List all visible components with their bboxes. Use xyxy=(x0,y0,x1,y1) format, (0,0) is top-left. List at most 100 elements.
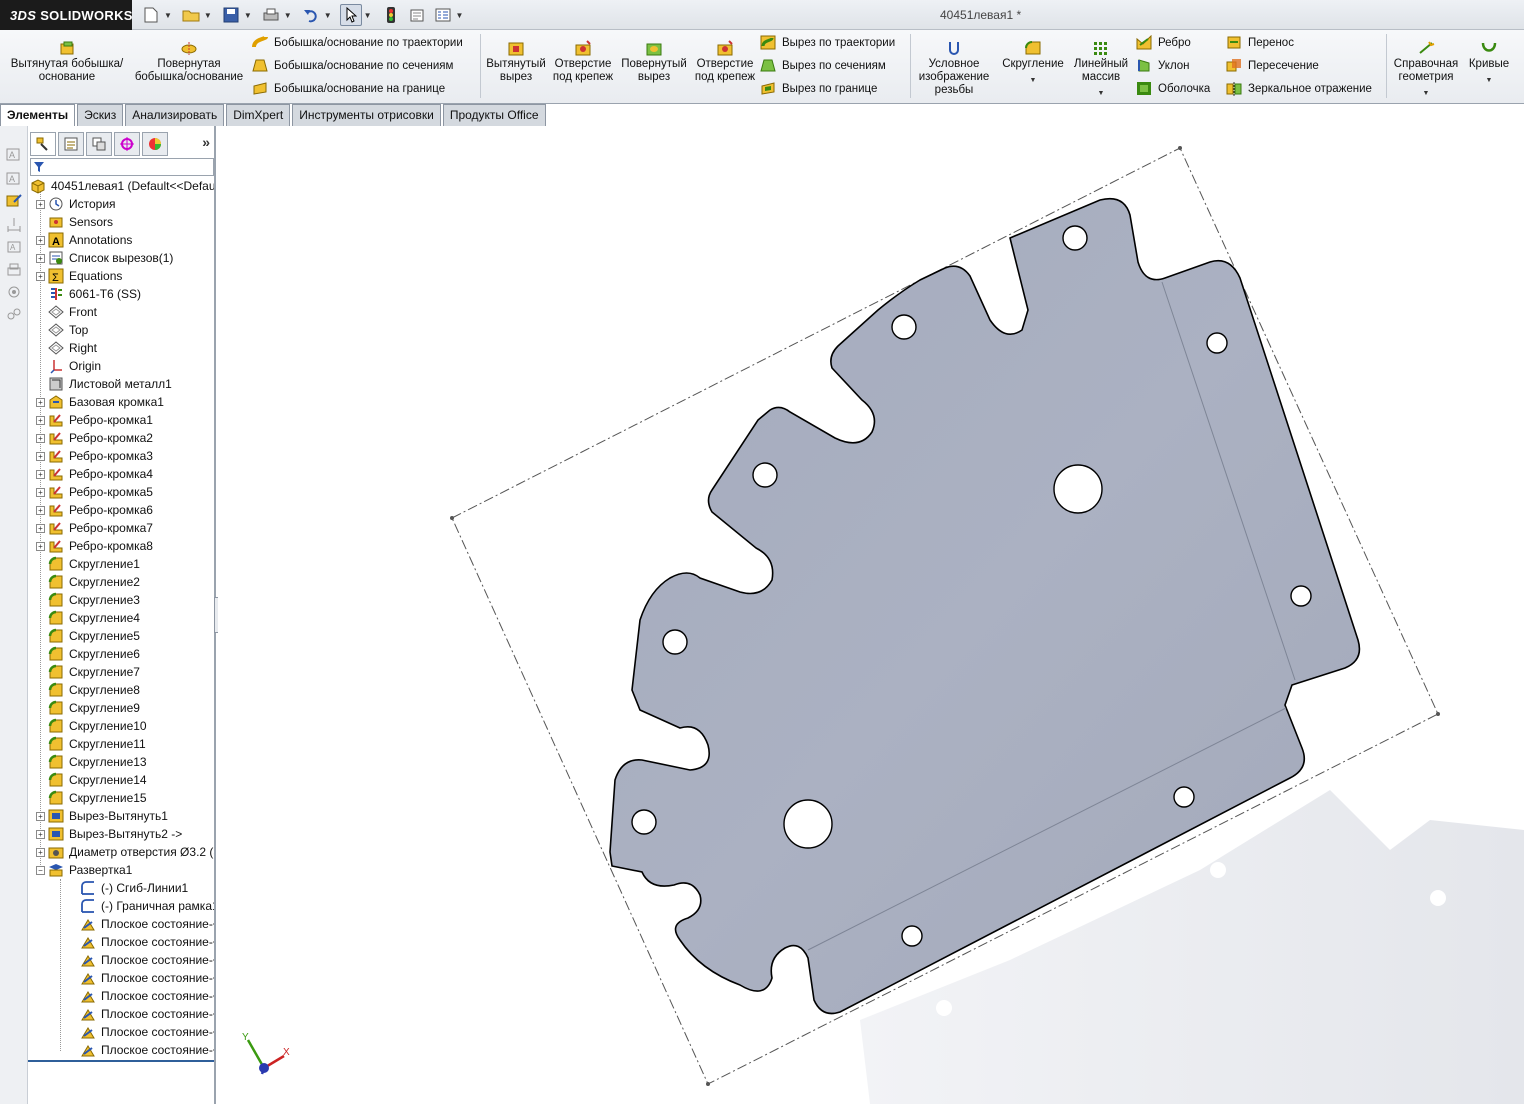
tab-dimxpert[interactable]: DimXpert xyxy=(226,104,291,126)
tree-item[interactable]: + Σ Equations xyxy=(36,267,122,285)
property-manager-tab[interactable] xyxy=(58,132,84,156)
chevron-down-icon[interactable]: ▼ xyxy=(364,11,372,20)
tree-item[interactable]: Плоское состояние-<Е xyxy=(68,915,214,933)
expand-panel-icon[interactable]: » xyxy=(202,134,210,150)
tree-item[interactable]: Скругление7 xyxy=(36,663,140,681)
link-icon[interactable] xyxy=(6,306,22,322)
chevron-down-icon[interactable]: ▼ xyxy=(244,11,252,20)
dimension-icon[interactable] xyxy=(6,216,22,232)
expand-toggle-icon[interactable]: + xyxy=(36,829,45,839)
cosmetic-thread-button[interactable]: Условное изображение резьбы xyxy=(912,40,996,97)
boundary-cut-button[interactable]: Вырез по границе xyxy=(760,81,877,96)
tree-item[interactable]: + Ребро-кромка2 xyxy=(36,429,153,447)
chevron-down-icon[interactable]: ▼ xyxy=(998,74,1068,87)
expand-toggle-icon[interactable]: + xyxy=(36,433,45,443)
tree-item[interactable]: Скругление3 xyxy=(36,591,140,609)
expand-toggle-icon[interactable]: + xyxy=(36,469,45,479)
expand-toggle-icon[interactable]: + xyxy=(36,235,45,245)
tree-item[interactable]: + Ребро-кромка1 xyxy=(36,411,153,429)
tree-item[interactable]: (-) Сгиб-Линии1 xyxy=(68,879,188,897)
tree-item[interactable]: + Ребро-кромка4 xyxy=(36,465,153,483)
mirror-button[interactable]: Зеркальное отражение xyxy=(1226,81,1372,96)
revolved-boss-button[interactable]: Повернутая бобышка/основание xyxy=(130,40,248,84)
tree-item[interactable]: + Ребро-кромка7 xyxy=(36,519,153,537)
chevron-down-icon[interactable]: ▼ xyxy=(204,11,212,20)
tree-item[interactable]: Скругление9 xyxy=(36,699,140,717)
tab-evaluate[interactable]: Анализировать xyxy=(125,104,225,126)
tree-item[interactable]: Скругление6 xyxy=(36,645,140,663)
swept-boss-button[interactable]: Бобышка/основание по траектории xyxy=(252,35,463,50)
tree-item[interactable]: + Ребро-кромка6 xyxy=(36,501,153,519)
curves-button[interactable]: Кривые ▼ xyxy=(1466,40,1512,87)
tree-item[interactable]: + Вырез-Вытянуть1 xyxy=(36,807,168,825)
select-icon[interactable] xyxy=(339,4,362,26)
tree-item[interactable]: Скругление5 xyxy=(36,627,140,645)
tree-item[interactable]: 6061-T6 (SS) xyxy=(36,285,141,303)
tree-item[interactable]: Скругление11 xyxy=(36,735,146,753)
expand-toggle-icon[interactable]: + xyxy=(36,253,45,263)
tree-item[interactable]: + Базовая кромка1 xyxy=(36,393,164,411)
tree-item[interactable]: + Ребро-кромка8 xyxy=(36,537,153,555)
expand-toggle-icon[interactable]: + xyxy=(36,271,45,281)
feature-tree-tab[interactable] xyxy=(30,132,56,156)
tab-features[interactable]: Элементы xyxy=(0,104,76,126)
expand-toggle-icon[interactable]: + xyxy=(36,505,45,515)
tree-item[interactable]: Плоское состояние-<Е xyxy=(68,969,214,987)
tree-item[interactable]: Скругление4 xyxy=(36,609,140,627)
move-button[interactable]: Перенос xyxy=(1226,35,1294,50)
tree-filter-input[interactable] xyxy=(30,158,214,176)
lofted-boss-button[interactable]: Бобышка/основание по сечениям xyxy=(252,58,453,73)
tree-item[interactable]: Скругление8 xyxy=(36,681,140,699)
expand-toggle-icon[interactable]: + xyxy=(36,199,45,209)
tree-item[interactable]: + Ребро-кромка3 xyxy=(36,447,153,465)
open-icon[interactable] xyxy=(180,4,202,26)
expand-toggle-icon[interactable]: + xyxy=(36,415,45,425)
tree-item[interactable]: Листовой металл1 xyxy=(36,375,172,393)
tree-item[interactable]: − Развертка1 xyxy=(36,861,132,879)
tree-item[interactable]: Плоское состояние-<Е xyxy=(68,1005,214,1023)
tree-item[interactable]: Скругление13 xyxy=(36,753,147,771)
intersect-button[interactable]: Пересечение xyxy=(1226,58,1319,73)
tree-item[interactable]: Top xyxy=(36,321,88,339)
text-icon[interactable]: A xyxy=(6,170,22,186)
save-icon[interactable] xyxy=(220,4,242,26)
tree-item[interactable]: + Вырез-Вытянуть2 -> xyxy=(36,825,182,843)
graphics-area[interactable]: ▼ ▼ ▼ ▼ ▼ Y X xyxy=(218,126,1524,1104)
display-manager-tab[interactable] xyxy=(142,132,168,156)
rib-button[interactable]: Ребро xyxy=(1136,35,1191,50)
undo-icon[interactable] xyxy=(300,4,322,26)
tab-render-tools[interactable]: Инструменты отрисовки xyxy=(292,104,441,126)
tree-item[interactable]: Скругление15 xyxy=(36,789,147,807)
settings-icon[interactable] xyxy=(6,284,22,300)
solidworks-logo[interactable]: 3DS SOLIDWORKS xyxy=(0,0,132,30)
new-icon[interactable] xyxy=(140,4,162,26)
tree-item[interactable]: Плоское состояние-<Е xyxy=(68,1023,214,1041)
chevron-down-icon[interactable]: ▼ xyxy=(324,11,332,20)
tree-item[interactable]: Скругление14 xyxy=(36,771,147,789)
tree-root[interactable]: 40451левая1 (Default<<Default xyxy=(30,177,214,195)
boundary-boss-button[interactable]: Бобышка/основание на границе xyxy=(252,81,445,96)
shell-button[interactable]: Оболочка xyxy=(1136,81,1210,96)
tree-item[interactable]: Плоское состояние-<Е xyxy=(68,1041,214,1059)
chevron-down-icon[interactable]: ▼ xyxy=(456,11,464,20)
tab-office-products[interactable]: Продукты Office xyxy=(442,104,546,126)
block-icon[interactable]: A xyxy=(6,238,22,254)
tree-item[interactable]: Плоское состояние-<Е xyxy=(68,951,214,969)
tree-item[interactable]: Sensors xyxy=(36,213,113,231)
expand-toggle-icon[interactable]: + xyxy=(36,541,45,551)
tree-item[interactable]: Скругление1 xyxy=(36,555,140,573)
tree-item[interactable]: + Список вырезов(1) xyxy=(36,249,173,267)
expand-toggle-icon[interactable]: + xyxy=(36,451,45,461)
print-icon[interactable] xyxy=(260,4,282,26)
printer-icon[interactable] xyxy=(6,262,22,278)
linear-pattern-button[interactable]: Линейный массив ▼ xyxy=(1070,40,1132,100)
chevron-down-icon[interactable]: ▼ xyxy=(1466,74,1512,87)
tree-item[interactable]: Origin xyxy=(36,357,101,375)
lofted-cut-button[interactable]: Вырез по сечениям xyxy=(760,58,886,73)
tree-item[interactable]: Front xyxy=(36,303,97,321)
configuration-manager-tab[interactable] xyxy=(86,132,112,156)
rebuild-icon[interactable] xyxy=(380,4,402,26)
expand-toggle-icon[interactable]: + xyxy=(36,397,45,407)
dimxpert-manager-tab[interactable] xyxy=(114,132,140,156)
reference-geometry-button[interactable]: Справочная геометрия ▼ xyxy=(1388,40,1464,100)
